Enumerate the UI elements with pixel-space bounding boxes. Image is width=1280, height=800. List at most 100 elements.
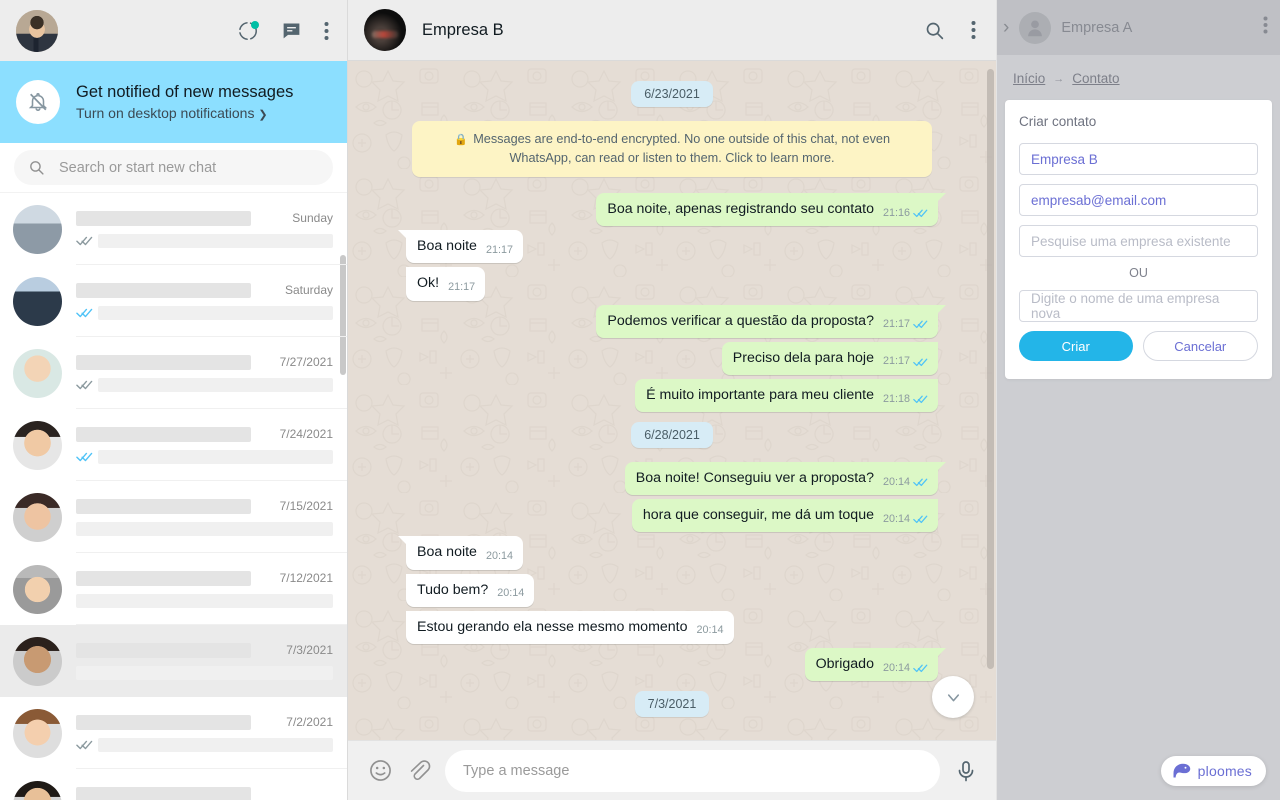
chat-item-top-row: 7/2/2021 [76, 714, 333, 730]
chevron-right-icon[interactable]: › [1003, 17, 1009, 39]
breadcrumb-separator-icon: → [1053, 72, 1065, 85]
message-text: Estou gerando ela nesse mesmo momento [417, 618, 688, 635]
read-ticks-icon [913, 477, 928, 487]
message-bubble[interactable]: Ok! 21:17 [406, 267, 486, 301]
search-input[interactable]: Search or start new chat [14, 150, 333, 185]
chat-item-name-redacted [76, 354, 251, 370]
chat-list-item[interactable]: 7/27/2021 [0, 337, 347, 409]
ploomes-branding-badge[interactable]: ploomes [1160, 756, 1266, 786]
breadcrumb-current[interactable]: Contato [1072, 71, 1119, 86]
search-existing-company-placeholder: Pesquise uma empresa existente [1031, 233, 1231, 249]
message-time: 20:14 [882, 512, 910, 525]
cancel-button[interactable]: Cancelar [1142, 331, 1258, 361]
message-time: 20:14 [882, 661, 910, 674]
read-ticks-icon [913, 394, 928, 404]
chat-item-body: Sunday [76, 210, 347, 248]
message-time: 20:14 [497, 587, 525, 600]
chat-list[interactable]: Sunday Saturday 7/27/2021 7/24/2021 7/15/202… [0, 193, 347, 800]
message-meta: 20:14 [497, 586, 524, 601]
chat-list-item[interactable]: 7/24/2021 [0, 409, 347, 481]
message-bubble[interactable]: Obrigado 20:14 [804, 647, 947, 682]
scroll-to-bottom-button[interactable] [932, 676, 974, 718]
chat-item-preview-row [76, 233, 333, 248]
chat-list-item[interactable]: 7/2/2021 [0, 697, 347, 769]
encryption-notice[interactable]: 🔒 Messages are end-to-end encrypted. No … [412, 121, 932, 178]
message-input[interactable]: Type a message [445, 749, 940, 792]
read-ticks-icon [913, 319, 928, 329]
chat-item-preview-row [76, 593, 333, 608]
chat-item-preview-redacted [76, 593, 333, 608]
notification-banner-title: Get notified of new messages [76, 83, 294, 102]
avatar [13, 708, 62, 758]
chat-item-body: 7/3/2021 [76, 642, 347, 680]
chat-list-item[interactable]: 7/3/2021 [0, 625, 347, 697]
message-bubble[interactable]: Tudo bem? 20:14 [406, 573, 535, 607]
chat-item-preview-redacted [98, 305, 333, 320]
chat-item-preview-row [76, 449, 333, 464]
profile-avatar[interactable] [16, 9, 58, 52]
conversation-header-icons [924, 20, 976, 41]
chat-list-item[interactable] [0, 769, 347, 800]
message-bubble[interactable]: Podemos verificar a questão da proposta?… [596, 304, 946, 338]
message-meta: 21:17 [486, 243, 513, 258]
search-icon[interactable] [924, 20, 945, 41]
chat-item-preview-row [76, 521, 333, 536]
menu-icon[interactable] [324, 21, 329, 41]
chat-list-panel: Get notified of new messages Turn on des… [0, 0, 348, 800]
message-scrollbar[interactable] [987, 69, 994, 669]
message-row: Ok! 21:17 [406, 267, 938, 301]
whatsapp-crm-window: Get notified of new messages Turn on des… [0, 0, 1280, 800]
avatar [13, 348, 62, 398]
contact-avatar[interactable] [364, 9, 406, 51]
message-meta: 21:17 [883, 317, 928, 332]
chat-item-preview-row [76, 737, 333, 752]
avatar [13, 780, 62, 800]
chat-item-name-redacted [76, 498, 251, 514]
microphone-icon[interactable] [954, 759, 978, 783]
new-company-name-field[interactable]: Digite o nome de uma empresa nova [1019, 290, 1258, 322]
or-separator-label: OU [1129, 266, 1148, 280]
contact-email-field[interactable]: empresab@email.com [1019, 184, 1258, 216]
menu-icon[interactable] [971, 20, 976, 40]
message-time: 21:16 [882, 206, 910, 219]
breadcrumb-home[interactable]: Início [1013, 71, 1045, 86]
message-bubble[interactable]: Boa noite, apenas registrando seu contat… [596, 193, 946, 227]
chat-item-body: 7/12/2021 [76, 570, 347, 608]
emoji-icon[interactable] [368, 758, 393, 783]
message-meta: 20:14 [697, 623, 724, 638]
chat-list-item[interactable]: Saturday [0, 265, 347, 337]
message-bubble[interactable]: Boa noite! Conseguiu ver a proposta? 20:1… [624, 462, 947, 496]
create-button[interactable]: Criar [1019, 331, 1133, 361]
attach-icon[interactable] [407, 759, 431, 783]
chat-item-top-row: 7/12/2021 [76, 570, 333, 586]
message-bubble[interactable]: É muito importante para meu cliente 21:18 [635, 378, 938, 413]
date-chip: 7/3/2021 [634, 691, 710, 718]
message-row: Boa noite, apenas registrando seu contat… [406, 193, 946, 227]
chat-list-item[interactable]: Sunday [0, 193, 347, 265]
message-bubble[interactable]: Estou gerando ela nesse mesmo momento 20:… [406, 610, 734, 644]
message-bubble[interactable]: Boa noite 20:14 [398, 536, 523, 570]
message-area[interactable]: 6/23/2021 🔒 Messages are end-to-end encry… [348, 61, 996, 740]
desktop-notification-banner[interactable]: Get notified of new messages Turn on des… [0, 61, 347, 143]
message-row: Podemos verificar a questão da proposta?… [406, 304, 946, 338]
message-text: Boa noite [417, 544, 477, 561]
chat-item-timestamp: 7/3/2021 [286, 643, 333, 657]
read-ticks-icon [76, 451, 93, 463]
chat-item-top-row [76, 786, 333, 800]
date-separator-row: 7/3/2021 [406, 691, 938, 718]
chat-list-item[interactable]: 7/12/2021 [0, 553, 347, 625]
chat-item-top-row: 7/24/2021 [76, 426, 333, 442]
menu-icon[interactable] [1263, 16, 1268, 39]
chat-item-preview-redacted [98, 449, 333, 464]
new-chat-icon[interactable] [281, 20, 302, 41]
contact-name-field[interactable]: Empresa B [1019, 143, 1258, 175]
status-icon[interactable] [237, 20, 259, 42]
chevron-right-icon: ❯ [258, 108, 268, 121]
chat-list-item[interactable]: 7/15/2021 [0, 481, 347, 553]
chat-item-timestamp: 7/2/2021 [286, 715, 333, 729]
search-existing-company-field[interactable]: Pesquise uma empresa existente [1019, 225, 1258, 257]
message-list: 6/23/2021 🔒 Messages are end-to-end encry… [398, 75, 947, 731]
message-bubble[interactable]: Preciso dela para hoje 21:17 [721, 341, 938, 375]
message-bubble[interactable]: Boa noite 21:17 [398, 230, 523, 264]
message-bubble[interactable]: hora que conseguir, me dá um toque 20:14 [631, 499, 938, 533]
